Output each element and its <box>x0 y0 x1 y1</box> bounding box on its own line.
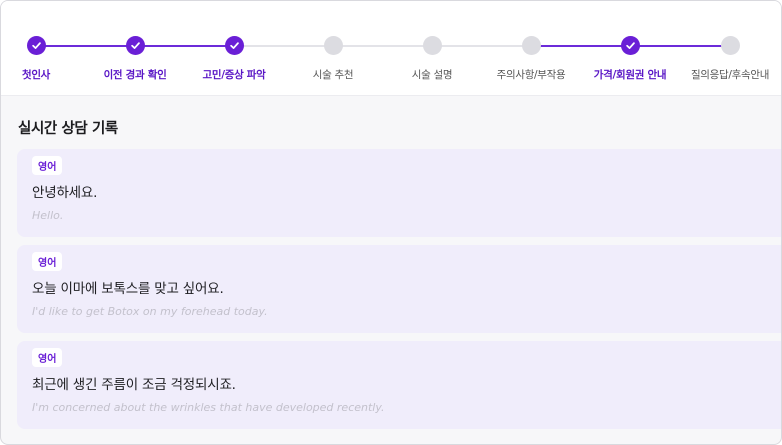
step-greeting[interactable]: 첫인사 <box>1 36 91 82</box>
step-indicator <box>26 36 46 55</box>
message-translation: I'd like to get Botox on my forehead tod… <box>32 305 268 318</box>
step-label: 시술 추천 <box>312 69 354 81</box>
check-icon <box>229 42 239 49</box>
transcript-message: 영어 오늘 이마에 보톡스를 맞고 싶어요. I'd like to get B… <box>17 245 781 333</box>
step-label: 가격/회원권 안내 <box>593 69 667 81</box>
check-icon <box>31 42 41 49</box>
step-indicator <box>422 36 442 55</box>
language-badge: 영어 <box>32 156 63 175</box>
transcript-message: 영어 최근에 생긴 주름이 조금 걱정되시죠. I'm concerned ab… <box>17 341 781 429</box>
step-qna-followup[interactable]: 질의응답/후속안내 <box>675 36 781 82</box>
language-badge: 영어 <box>32 252 63 271</box>
step-recommendation[interactable]: 시술 추천 <box>278 36 388 82</box>
transcript-list[interactable]: 영어 안녕하세요. Hello. 영어 오늘 이마에 보톡스를 맞고 싶어요. … <box>17 149 781 437</box>
step-precautions[interactable]: 주의사항/부작용 <box>476 36 586 82</box>
step-indicator <box>323 36 343 55</box>
transcript-message: 영어 안녕하세요. Hello. <box>17 149 781 237</box>
step-label: 이전 경과 확인 <box>103 69 167 81</box>
message-text: 최근에 생긴 주름이 조금 걱정되시죠. <box>32 377 236 393</box>
step-indicator <box>521 36 541 55</box>
transcript-title: 실시간 상담 기록 <box>18 121 118 137</box>
step-indicator <box>224 36 244 55</box>
step-explanation[interactable]: 시술 설명 <box>377 36 487 82</box>
check-icon <box>625 42 635 49</box>
step-indicator <box>620 36 640 55</box>
language-badge: 영어 <box>32 348 63 367</box>
step-indicator <box>720 36 740 55</box>
step-pricing[interactable]: 가격/회원권 안내 <box>575 36 685 82</box>
step-label: 시술 설명 <box>411 69 453 81</box>
progress-stepper: 첫인사 이전 경과 확인 고민/증상 파악 시술 추천 시술 설명 주의사항/부… <box>1 1 781 96</box>
step-previous-progress[interactable]: 이전 경과 확인 <box>80 36 190 82</box>
check-icon <box>130 42 140 49</box>
message-translation: I'm concerned about the wrinkles that ha… <box>32 401 385 414</box>
message-translation: Hello. <box>32 209 64 222</box>
consultation-panel: 첫인사 이전 경과 확인 고민/증상 파악 시술 추천 시술 설명 주의사항/부… <box>0 0 782 445</box>
message-text: 안녕하세요. <box>32 185 98 201</box>
step-concerns[interactable]: 고민/증상 파악 <box>179 36 289 82</box>
step-indicator <box>125 36 145 55</box>
step-label: 질의응답/후속안내 <box>690 69 770 81</box>
message-text: 오늘 이마에 보톡스를 맞고 싶어요. <box>32 281 224 297</box>
step-label: 고민/증상 파악 <box>202 69 266 81</box>
step-label: 첫인사 <box>21 69 51 81</box>
step-label: 주의사항/부작용 <box>496 69 566 81</box>
